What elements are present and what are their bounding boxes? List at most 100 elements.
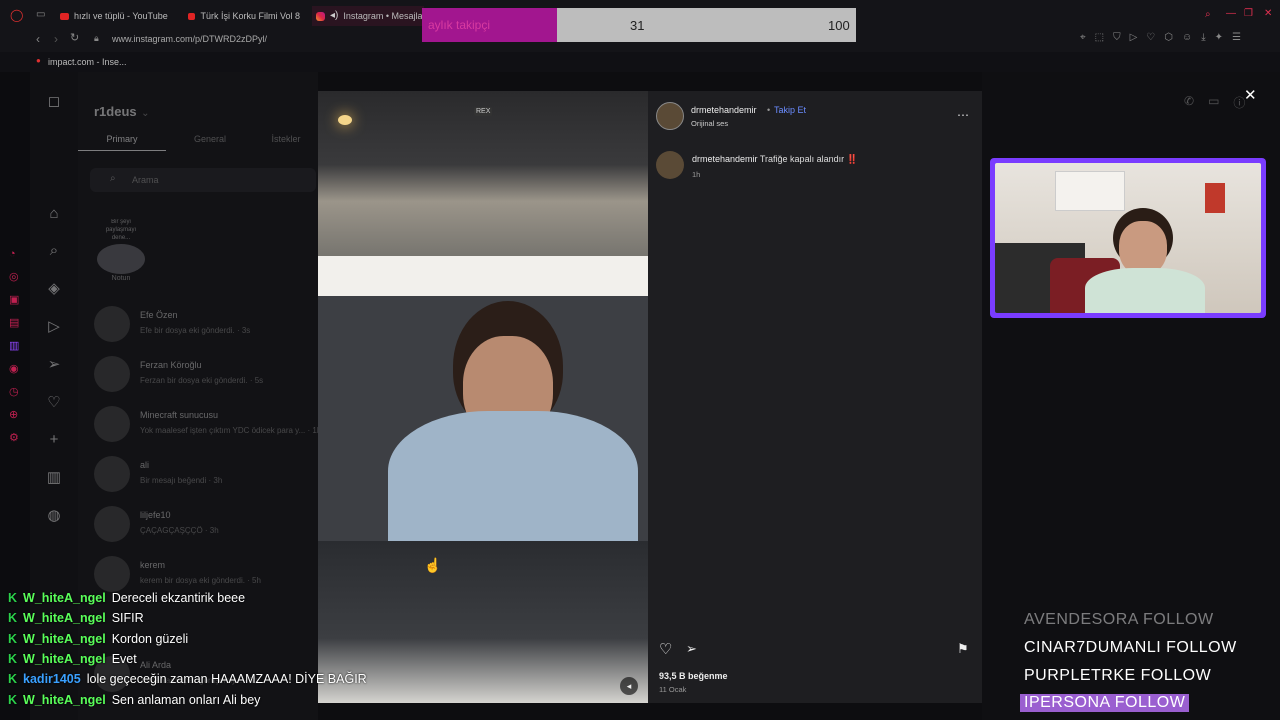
instagram-sidebar-icon[interactable]: ▣	[9, 293, 19, 306]
opera-icon[interactable]: ◎	[9, 270, 19, 283]
author-avatar[interactable]	[656, 102, 684, 130]
follower-name: PURPLETRKE	[1024, 667, 1136, 684]
play-icon[interactable]: ▷	[1130, 33, 1138, 43]
follower-name: AVENDESORA	[1024, 611, 1139, 628]
screenshot-icon[interactable]: ⬚	[1095, 33, 1104, 43]
goal-target: 100	[828, 18, 850, 33]
messages-icon[interactable]: ➢	[48, 355, 61, 373]
maximize-icon[interactable]: ❐	[1244, 9, 1253, 19]
chat-text: Evet	[111, 651, 137, 666]
like-icon[interactable]: ♡	[659, 640, 672, 658]
post-video[interactable]: REX ◂ ☝	[318, 91, 648, 703]
follow-button[interactable]: Takip Et	[774, 105, 806, 115]
menu-icon[interactable]: ☰	[1232, 33, 1241, 43]
thread-preview: kerem bir dosya eki gönderdi. · 5h	[140, 576, 261, 585]
more-options-icon[interactable]: ⋯	[957, 108, 969, 122]
note-widget[interactable]: Bir şeyi paylaşmayı dene... Notun	[96, 218, 146, 292]
dm-search-input[interactable]: ⌕ Arama	[90, 168, 316, 192]
mute-icon[interactable]: ◂	[620, 677, 638, 695]
avatar	[94, 456, 130, 492]
dm-thread[interactable]: Efe Özen Efe bir dosya eki gönderdi. · 3s	[94, 306, 314, 346]
kick-badge-icon: K	[8, 672, 18, 687]
video-call-icon[interactable]: ▭	[1208, 94, 1219, 111]
note-avatar	[97, 244, 145, 274]
avatar	[94, 406, 130, 442]
ai-icon[interactable]: ✦	[1215, 33, 1223, 43]
tab-youtube-2[interactable]: Türk İşi Korku Filmi Vol 8	[188, 6, 300, 26]
dm-thread[interactable]: kerem kerem bir dosya eki gönderdi. · 5h	[94, 556, 314, 596]
tab-youtube-1[interactable]: hızlı ve tüplü - YouTube	[60, 6, 185, 26]
account-switcher[interactable]: r1deus ⌄	[94, 103, 149, 121]
pin-icon[interactable]: ⌖	[1080, 33, 1086, 43]
home-icon[interactable]: ⌂	[49, 205, 58, 222]
chat-text: Sen anlaman onları Ali bey	[111, 692, 261, 707]
thread-preview: Bir mesajı beğendi · 3h	[140, 476, 223, 485]
messenger-icon[interactable]: ▤	[9, 316, 19, 329]
search-nav-icon[interactable]: ⌕	[50, 242, 58, 259]
tab-menu-icon[interactable]: ▭	[36, 10, 45, 20]
account-name: r1deus	[94, 104, 137, 119]
youtube-icon	[60, 12, 69, 20]
opera-logo-icon[interactable]: ◯	[10, 9, 23, 21]
caption-author[interactable]: drmetehandemir	[692, 154, 758, 164]
thread-preview: Ferzan bir dosya eki gönderdi. · 5s	[140, 376, 264, 385]
thread-name: Efe Özen	[140, 310, 178, 320]
dm-thread[interactable]: ali Bir mesajı beğendi · 3h	[94, 456, 314, 496]
dashboard-icon[interactable]: ▥	[47, 468, 61, 486]
minimize-icon[interactable]: —	[1226, 9, 1236, 19]
chevron-down-icon: ⌄	[141, 108, 150, 119]
bookmark-link[interactable]: impact.com - Inse...	[48, 57, 127, 67]
download-icon[interactable]: ⤓	[1201, 33, 1205, 43]
tab-requests[interactable]: İstekler	[254, 134, 318, 151]
dm-thread[interactable]: Minecraft sunucusu Yok maalesef işten çık…	[94, 406, 321, 446]
dm-thread[interactable]: liljefe10 ÇAÇAGÇAŞÇÇÖ · 3h	[94, 506, 314, 546]
tab-label: Instagram • Mesajla	[343, 11, 423, 21]
heart-icon[interactable]: ♡	[1146, 33, 1155, 43]
share-icon[interactable]: ➢	[686, 641, 697, 657]
chat-text: lole geçeceğin zaman HAAAMZAAA! DİYE BAĞ…	[86, 672, 367, 687]
post-caption: drmetehandemir Trafiğe kapalı alandır ‼️	[692, 154, 858, 165]
back-icon[interactable]: ‹	[36, 33, 40, 45]
avatar	[94, 356, 130, 392]
instagram-logo-icon[interactable]: ◻	[48, 92, 60, 110]
tab-instagram[interactable]: ◂) Instagram • Mesajla	[312, 6, 424, 26]
close-modal-icon[interactable]: ✕	[1244, 86, 1257, 104]
avatar	[94, 506, 130, 542]
thread-name: liljefe10	[140, 510, 171, 520]
author-name[interactable]: drmetehandemir	[691, 105, 757, 115]
tab-primary[interactable]: Primary	[78, 134, 166, 151]
search-icon[interactable]: ⌕	[1205, 10, 1211, 20]
clock-icon[interactable]: ◷	[9, 385, 19, 398]
audio-label[interactable]: Orijinal ses	[691, 119, 728, 128]
bag-icon[interactable]: ⊕	[9, 408, 19, 421]
like-count[interactable]: 93,5 B beğenme	[659, 671, 728, 681]
profile-icon[interactable]: ☺	[1182, 33, 1192, 43]
url-field[interactable]: www.instagram.com/p/DTWRD2zDPyl/	[112, 34, 267, 44]
chat-username: W_hiteA_ngel	[23, 591, 106, 605]
player-icon[interactable]: ◉	[9, 362, 19, 375]
reels-icon[interactable]: ▷	[48, 317, 60, 335]
info-icon[interactable]: ⓘ	[1233, 94, 1245, 111]
notifications-icon[interactable]: ♡	[47, 393, 60, 411]
thread-name: Ferzan Köroğlu	[140, 360, 202, 370]
reload-icon[interactable]: ↻	[70, 33, 79, 44]
extensions-icon[interactable]: ⬡	[1164, 33, 1173, 43]
shield-icon[interactable]: ⛉	[1113, 33, 1121, 43]
dm-tabs: Primary General İstekler	[78, 134, 318, 151]
explore-icon[interactable]: ◈	[48, 279, 60, 297]
tab-general[interactable]: General	[166, 134, 254, 151]
forward-icon[interactable]: ›	[54, 33, 58, 45]
meta-icon[interactable]: ◍	[47, 506, 60, 524]
caption-avatar[interactable]	[656, 151, 684, 179]
car-door	[318, 541, 648, 703]
twitch-icon[interactable]: ▥	[9, 339, 19, 352]
settings-icon[interactable]: ⚙	[9, 431, 19, 444]
person-hoodie	[388, 411, 638, 561]
close-window-icon[interactable]: ✕	[1264, 9, 1272, 19]
dm-thread[interactable]: Ferzan Köroğlu Ferzan bir dosya eki gönde…	[94, 356, 314, 396]
phone-icon[interactable]: ✆	[1184, 94, 1194, 111]
history-icon[interactable]: ◔	[9, 248, 19, 260]
bookmarks-bar	[0, 52, 1280, 72]
create-icon[interactable]: +	[50, 431, 59, 448]
save-icon[interactable]: ⚑	[957, 641, 969, 657]
